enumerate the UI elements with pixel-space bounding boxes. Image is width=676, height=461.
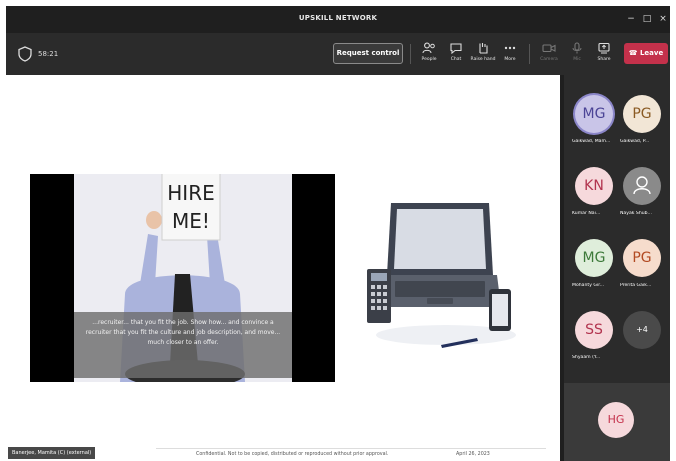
camera-label: Camera <box>540 57 558 62</box>
participant-avatar: PG <box>623 239 661 277</box>
participant-avatar: SS <box>575 311 613 349</box>
camera-button[interactable]: Camera <box>536 39 562 69</box>
share-icon <box>598 42 610 54</box>
toolbar-divider <box>410 44 411 64</box>
self-avatar: HG <box>598 402 634 438</box>
self-view: HG <box>564 383 670 461</box>
participant-name: Gaikwad, Mam... <box>572 139 611 144</box>
minimize-button[interactable]: − <box>624 12 638 26</box>
close-button[interactable]: × <box>656 12 670 26</box>
participant-avatar: PG <box>623 95 661 133</box>
participant-name: Nayak Shub... <box>620 211 652 216</box>
leave-button[interactable]: ☎ Leave <box>624 43 668 64</box>
raise-hand-button[interactable]: Raise hand <box>470 39 496 69</box>
video-caption: ...recruiter... that you fit the job. Sh… <box>74 312 292 378</box>
mic-button[interactable]: Mic <box>564 39 590 69</box>
raise-hand-icon <box>479 43 488 54</box>
participant-avatar: KN <box>575 167 613 205</box>
shield-icon <box>18 46 32 62</box>
participant-avatar: MG <box>575 95 613 133</box>
participant-tile[interactable]: MG Gaikwad, Mam... <box>572 89 616 157</box>
more-icon <box>504 46 516 50</box>
request-control-button[interactable]: Request control <box>333 43 403 64</box>
more-label: More <box>504 57 516 62</box>
participant-name: Prerita Gaik... <box>620 283 652 288</box>
leave-label: Leave <box>639 49 664 57</box>
maximize-button[interactable]: □ <box>640 12 654 26</box>
participant-tile[interactable]: SS Shyaam (Y... <box>572 305 616 373</box>
video-letterbox-left <box>30 174 74 382</box>
participant-tile[interactable]: KN Kumar Nai... <box>572 161 616 229</box>
share-label: Share <box>597 57 611 62</box>
shared-screen: HIRE ME! ...recruiter... that you fit th… <box>6 75 562 461</box>
participant-name: Kumar Nai... <box>572 211 601 216</box>
participant-tile[interactable]: PG Gaikwad, P... <box>620 89 664 157</box>
sign-text-hire: HIRE <box>167 181 214 205</box>
teams-meeting-window: UPSKILL NETWORK − □ × 58:21 Request cont… <box>6 6 670 461</box>
participant-avatar: MG <box>575 239 613 277</box>
participant-avatar <box>623 167 661 205</box>
presenter-name-tag: Banerjee, Mamita (C) (external) <box>8 447 96 459</box>
toolbar-divider <box>529 44 530 64</box>
share-button[interactable]: Share <box>591 39 617 69</box>
meeting-toolbar: 58:21 Request control People Chat Raise … <box>6 33 670 75</box>
person-icon <box>633 176 651 195</box>
more-participants-count: +4 <box>623 311 661 349</box>
raise-hand-label: Raise hand <box>470 57 496 62</box>
slide-footer-disclaimer: Confidential. Not to be copied, distribu… <box>196 452 389 457</box>
laptop-desk-illustration <box>367 203 516 348</box>
people-label: People <box>421 57 437 62</box>
participant-tile[interactable]: PG Prerita Gaik... <box>620 233 664 301</box>
camera-icon <box>542 44 556 53</box>
mic-label: Mic <box>573 57 581 62</box>
slide-footer-date: April 26, 2023 <box>456 452 490 457</box>
sign-text-me: ME! <box>172 209 210 233</box>
window-title: UPSKILL NETWORK <box>298 14 378 22</box>
mic-icon <box>572 42 582 54</box>
more-button[interactable]: More <box>497 39 523 69</box>
participant-name: Mohanty Gir... <box>572 283 605 288</box>
phone-hangup-icon: ☎ <box>628 49 640 57</box>
participant-name: Gaikwad, P... <box>620 139 650 144</box>
people-button[interactable]: People <box>416 39 442 69</box>
slide-footer-divider <box>156 448 546 449</box>
more-participants-tile[interactable]: +4 <box>620 305 664 373</box>
chat-label: Chat <box>450 57 462 62</box>
video-letterbox-right <box>292 174 335 382</box>
participant-tile[interactable]: MG Mohanty Gir... <box>572 233 616 301</box>
title-bar: UPSKILL NETWORK − □ × <box>6 6 670 33</box>
people-icon <box>422 42 435 54</box>
participant-tile[interactable]: Nayak Shub... <box>620 161 664 229</box>
participant-name: Shyaam (Y... <box>572 355 601 360</box>
chat-icon <box>450 43 462 54</box>
meeting-timer: 58:21 <box>38 50 59 58</box>
chat-button[interactable]: Chat <box>443 39 469 69</box>
